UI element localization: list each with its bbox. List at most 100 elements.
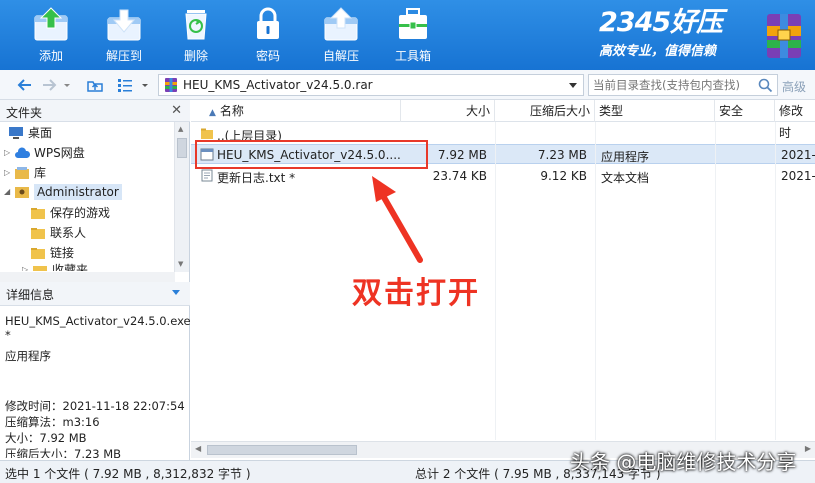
self-extract-label: 自解压 [322,49,359,63]
details-panel-header: 详细信息 [0,282,190,306]
address-bar: HEU_KMS_Activator_v24.5.0.rar 高级 [0,70,815,100]
details-method: 压缩算法：m3:16 [5,415,100,429]
view-dropdown-icon[interactable] [140,76,150,94]
tree-item-favorites[interactable]: ▷ 收藏夹 [22,261,88,271]
rar-archive-icon [165,78,177,92]
scroll-left-icon[interactable]: ◀ [195,444,201,453]
tree-item-desktop[interactable]: 桌面 [8,124,52,144]
column-modified[interactable]: 修改时 [775,100,815,140]
column-name[interactable]: ▲ 名称 [191,100,401,122]
column-divider [495,122,496,440]
cloud-icon [15,147,30,158]
scroll-right-icon[interactable]: ▶ [805,444,811,453]
search-icon[interactable] [758,78,773,93]
up-folder-icon[interactable] [86,76,104,94]
collapse-icon[interactable]: ◢ [4,187,14,196]
details-packed-size: 压缩后大小：7.23 MB [5,447,122,458]
extract-to-button[interactable]: 解压到 [95,4,153,66]
self-extract-icon [324,7,358,41]
forward-arrow-icon[interactable] [40,76,58,94]
brand: 2345好压 高效专业，值得信赖 [599,8,759,60]
tree-item-saved-games[interactable]: 保存的游戏 [30,204,110,224]
folder-icon [33,265,47,271]
column-divider [775,122,776,440]
highlight-box [195,140,428,169]
toolbox-icon [399,8,427,39]
folders-panel-title: 文件夹 [6,106,43,120]
collapse-arrow-icon[interactable] [172,290,180,295]
password-label: 密码 [255,49,280,63]
column-divider [595,122,596,440]
details-filename: HEU_KMS_Activator_v24.5.0.exe [5,314,191,328]
parent-folder-icon [201,128,213,139]
user-folder-icon [15,186,29,198]
forward-dropdown-icon[interactable] [62,76,72,94]
tree-item-library[interactable]: ▷ 库 [4,164,46,184]
archive-logo-icon [767,14,801,58]
search-box[interactable] [588,74,778,96]
folder-icon [31,227,45,239]
details-star: * [5,328,11,342]
toolbox-label: 工具箱 [394,49,431,63]
column-security[interactable]: 安全 [715,100,775,122]
path-field[interactable]: HEU_KMS_Activator_v24.5.0.rar [158,74,584,96]
delete-button[interactable]: 删除 [167,4,225,66]
brand-title: 2345好压 [599,7,723,38]
expand-icon[interactable]: ▷ [4,168,14,177]
desktop-icon [9,126,23,139]
lock-icon [257,7,279,39]
folders-panel-header: 文件夹 ✕ [0,100,190,122]
add-button[interactable]: 添加 [22,4,80,66]
path-dropdown-icon[interactable] [569,83,577,88]
back-arrow-icon[interactable] [16,76,34,94]
column-size[interactable]: 大小 [401,100,495,122]
scroll-down-icon[interactable]: ▼ [178,260,183,268]
advanced-search-link[interactable]: 高级 [782,78,806,95]
text-file-icon [201,169,213,182]
extract-to-label: 解压到 [105,49,142,63]
add-label: 添加 [38,49,63,63]
tree-item-contacts[interactable]: 联系人 [30,224,86,244]
folders-hscrollbar[interactable] [0,272,175,282]
details-type: 应用程序 [5,349,51,363]
toolbar: 添加 解压到 删除 密码 自解压 工具箱 2345好压 高效专业，值得信赖 [0,0,815,70]
column-type[interactable]: 类型 [595,100,715,122]
view-list-icon[interactable] [116,76,134,94]
folders-scrollbar[interactable]: ▲ ▼ [174,122,189,272]
status-selected: 选中 1 个文件 ( 7.92 MB , 8,312,832 字节 ) [5,467,251,481]
folder-icon [31,247,45,259]
watermark: 头条 @电脑维修技术分享 [570,450,797,474]
tree-item-wps-drive[interactable]: ▷ WPS网盘 [4,144,85,164]
search-input[interactable] [589,75,754,95]
column-header: ▲ 名称 大小 压缩后大小 类型 安全 修改时 [191,100,815,140]
folder-icon [31,207,45,219]
column-divider [715,122,716,440]
table-row[interactable]: 更新日志.txt * 23.74 KB 9.12 KB 文本文档 2021-1 [191,166,815,186]
close-icon[interactable]: ✕ [171,103,182,118]
column-packed-size[interactable]: 压缩后大小 [495,100,595,122]
expand-icon[interactable]: ▷ [4,148,14,157]
self-extract-button[interactable]: 自解压 [312,4,370,66]
recycle-bin-icon [185,10,207,40]
scroll-up-icon[interactable]: ▲ [178,125,183,133]
add-icon [34,7,68,41]
delete-label: 删除 [183,49,208,63]
details-panel: 详细信息 HEU_KMS_Activator_v24.5.0.exe * 应用程… [0,282,191,460]
library-icon [15,166,29,179]
toolbox-button[interactable]: 工具箱 [384,4,442,66]
brand-slogan: 高效专业，值得信赖 [599,44,717,59]
details-panel-title: 详细信息 [6,288,55,302]
left-panel: 文件夹 ✕ 桌面 ▷ WPS网盘 ▷ 库 ◢ Administrator 保存的游戏 … [0,100,191,460]
details-modified: 修改时间：2021-11-18 22:07:54 [5,399,185,413]
sort-up-icon: ▲ [209,108,216,118]
expand-icon[interactable]: ▷ [22,265,32,271]
password-button[interactable]: 密码 [239,4,297,66]
extract-icon [107,9,141,41]
annotation-arrow-icon [372,176,423,263]
annotation-text: 双击打开 [352,276,480,311]
tree-item-administrator[interactable]: ◢ Administrator [4,183,122,204]
scrollbar-thumb[interactable] [207,445,357,455]
details-size: 大小：7.92 MB [5,431,87,445]
path-text: HEU_KMS_Activator_v24.5.0.rar [183,78,373,92]
scrollbar-thumb[interactable] [177,138,187,158]
